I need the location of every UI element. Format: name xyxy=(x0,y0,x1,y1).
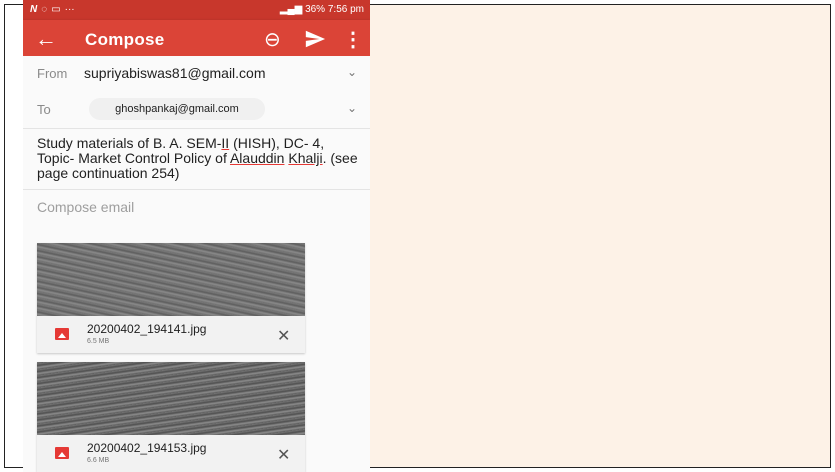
attachment-card[interactable]: 20200402_194153.jpg 6.6 MB ✕ xyxy=(37,362,305,472)
attachment-thumbnail[interactable] xyxy=(37,243,305,316)
chevron-down-icon[interactable]: ⌄ xyxy=(347,65,357,79)
from-row[interactable]: From supriyabiswas81@gmail.com ⌄ xyxy=(23,56,370,93)
attachment-thumbnail[interactable] xyxy=(37,362,305,435)
close-icon[interactable]: ✕ xyxy=(277,445,290,465)
send-icon[interactable] xyxy=(304,27,326,51)
image-icon xyxy=(55,447,69,459)
background-panel xyxy=(370,5,830,467)
attachment-footer: 20200402_194141.jpg 6.5 MB ✕ xyxy=(37,316,305,353)
status-icons-left: N ◌ ▭ ··· xyxy=(30,4,75,15)
subject-field[interactable]: Study materials of B. A. SEM-II (HISH), … xyxy=(23,128,370,190)
app-bar: ← Compose ⊖ ⋮ xyxy=(23,20,370,60)
attachment-footer: 20200402_194153.jpg 6.6 MB ✕ xyxy=(37,435,305,472)
attachment-size: 6.6 MB xyxy=(87,457,110,464)
attachment-filename: 20200402_194141.jpg xyxy=(87,322,207,336)
attachment-size: 6.5 MB xyxy=(87,338,110,345)
from-label: From xyxy=(37,66,68,81)
gallery-icon: ▭ xyxy=(51,4,61,15)
status-bar: N ◌ ▭ ··· ▂▄▆ 36% 7:56 pm xyxy=(23,0,370,20)
to-row[interactable]: To ghoshpankaj@gmail.com ⌄ xyxy=(23,92,370,129)
attachment-filename: 20200402_194153.jpg xyxy=(87,441,207,455)
more-vert-icon[interactable]: ⋮ xyxy=(343,27,363,52)
subject-text[interactable]: Study materials of B. A. SEM-II (HISH), … xyxy=(37,136,365,181)
phone-screen: N ◌ ▭ ··· ▂▄▆ 36% 7:56 pm ← Compose ⊖ ⋮ … xyxy=(23,0,370,472)
signal-icon: ▂▄▆ xyxy=(279,4,306,15)
subject-name2: Khalji xyxy=(288,150,323,166)
subject-part1: Study materials of B. A. SEM- xyxy=(37,135,222,151)
back-arrow-icon[interactable]: ← xyxy=(35,26,57,52)
to-label: To xyxy=(37,102,51,117)
n-icon: N xyxy=(30,4,38,15)
chevron-down-icon[interactable]: ⌄ xyxy=(347,101,357,115)
status-time-battery: 36% 7:56 pm xyxy=(305,4,364,15)
from-value[interactable]: supriyabiswas81@gmail.com xyxy=(84,65,266,81)
whatsapp-icon: ◌ xyxy=(41,4,48,15)
attachment-card[interactable]: 20200402_194141.jpg 6.5 MB ✕ xyxy=(37,243,305,353)
attach-icon[interactable]: ⊖ xyxy=(264,27,281,52)
compose-email-placeholder[interactable]: Compose email xyxy=(37,199,134,215)
recipient-chip[interactable]: ghoshpankaj@gmail.com xyxy=(89,98,265,120)
status-right: ▂▄▆ 36% 7:56 pm xyxy=(280,4,364,15)
page-title: Compose xyxy=(85,30,165,49)
more-notifications-icon: ··· xyxy=(64,4,75,15)
image-icon xyxy=(55,328,69,340)
subject-name1: Alauddin xyxy=(229,150,285,166)
close-icon[interactable]: ✕ xyxy=(277,326,290,346)
